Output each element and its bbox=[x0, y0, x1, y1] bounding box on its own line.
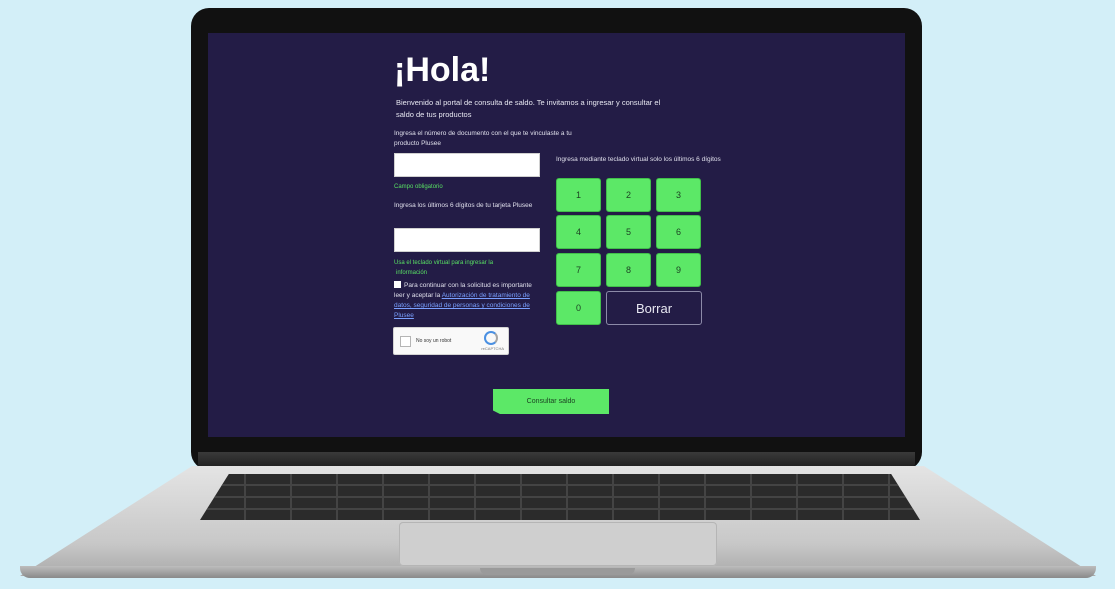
keypad-key-8[interactable]: 8 bbox=[606, 253, 651, 287]
keypad-key-4[interactable]: 4 bbox=[556, 215, 601, 249]
recaptcha-checkbox[interactable] bbox=[400, 336, 411, 347]
card-label: Ingresa los últimos 6 dígitos de tu tarj… bbox=[394, 202, 533, 209]
document-label: Ingresa el número de documento con el qu… bbox=[394, 130, 572, 147]
keypad-key-7[interactable]: 7 bbox=[556, 253, 601, 287]
app-screen: ¡Hola! Bienvenido al portal de consulta … bbox=[208, 33, 905, 437]
document-help: Campo obligatorio bbox=[394, 184, 443, 190]
recaptcha-label: No soy un robot bbox=[416, 338, 452, 344]
keypad-key-2[interactable]: 2 bbox=[606, 178, 651, 212]
consent-row: Para continuar con la solicitud es impor… bbox=[394, 281, 544, 321]
laptop-keyboard bbox=[200, 474, 920, 520]
keypad-key-6[interactable]: 6 bbox=[656, 215, 701, 249]
page-title: ¡Hola! bbox=[394, 51, 491, 89]
document-input[interactable] bbox=[394, 153, 540, 177]
keypad-key-0[interactable]: 0 bbox=[556, 291, 601, 325]
recaptcha-logo-icon bbox=[484, 331, 498, 345]
card-digits-input[interactable] bbox=[394, 228, 540, 252]
card-help-line2: información bbox=[396, 270, 428, 276]
laptop-notch bbox=[480, 568, 635, 575]
recaptcha-brand: reCAPTCHA bbox=[481, 346, 504, 351]
keypad-key-3[interactable]: 3 bbox=[656, 178, 701, 212]
keyboard-keys bbox=[200, 474, 920, 520]
keypad-label: Ingresa mediante teclado virtual solo lo… bbox=[556, 156, 721, 163]
clear-button[interactable]: Borrar bbox=[606, 291, 702, 325]
consent-checkbox[interactable] bbox=[394, 281, 401, 288]
card-help-line1: Usa el teclado virtual para ingresar la bbox=[394, 260, 494, 266]
laptop-lid: ¡Hola! Bienvenido al portal de consulta … bbox=[191, 8, 922, 470]
keypad-key-1[interactable]: 1 bbox=[556, 178, 601, 212]
consult-balance-button[interactable]: Consultar saldo bbox=[493, 389, 609, 414]
recaptcha-widget: No soy un robot reCAPTCHA bbox=[393, 327, 509, 355]
intro-text: Bienvenido al portal de consulta de sald… bbox=[396, 98, 661, 119]
keypad-key-9[interactable]: 9 bbox=[656, 253, 701, 287]
keypad-key-5[interactable]: 5 bbox=[606, 215, 651, 249]
laptop-trackpad bbox=[399, 522, 717, 566]
